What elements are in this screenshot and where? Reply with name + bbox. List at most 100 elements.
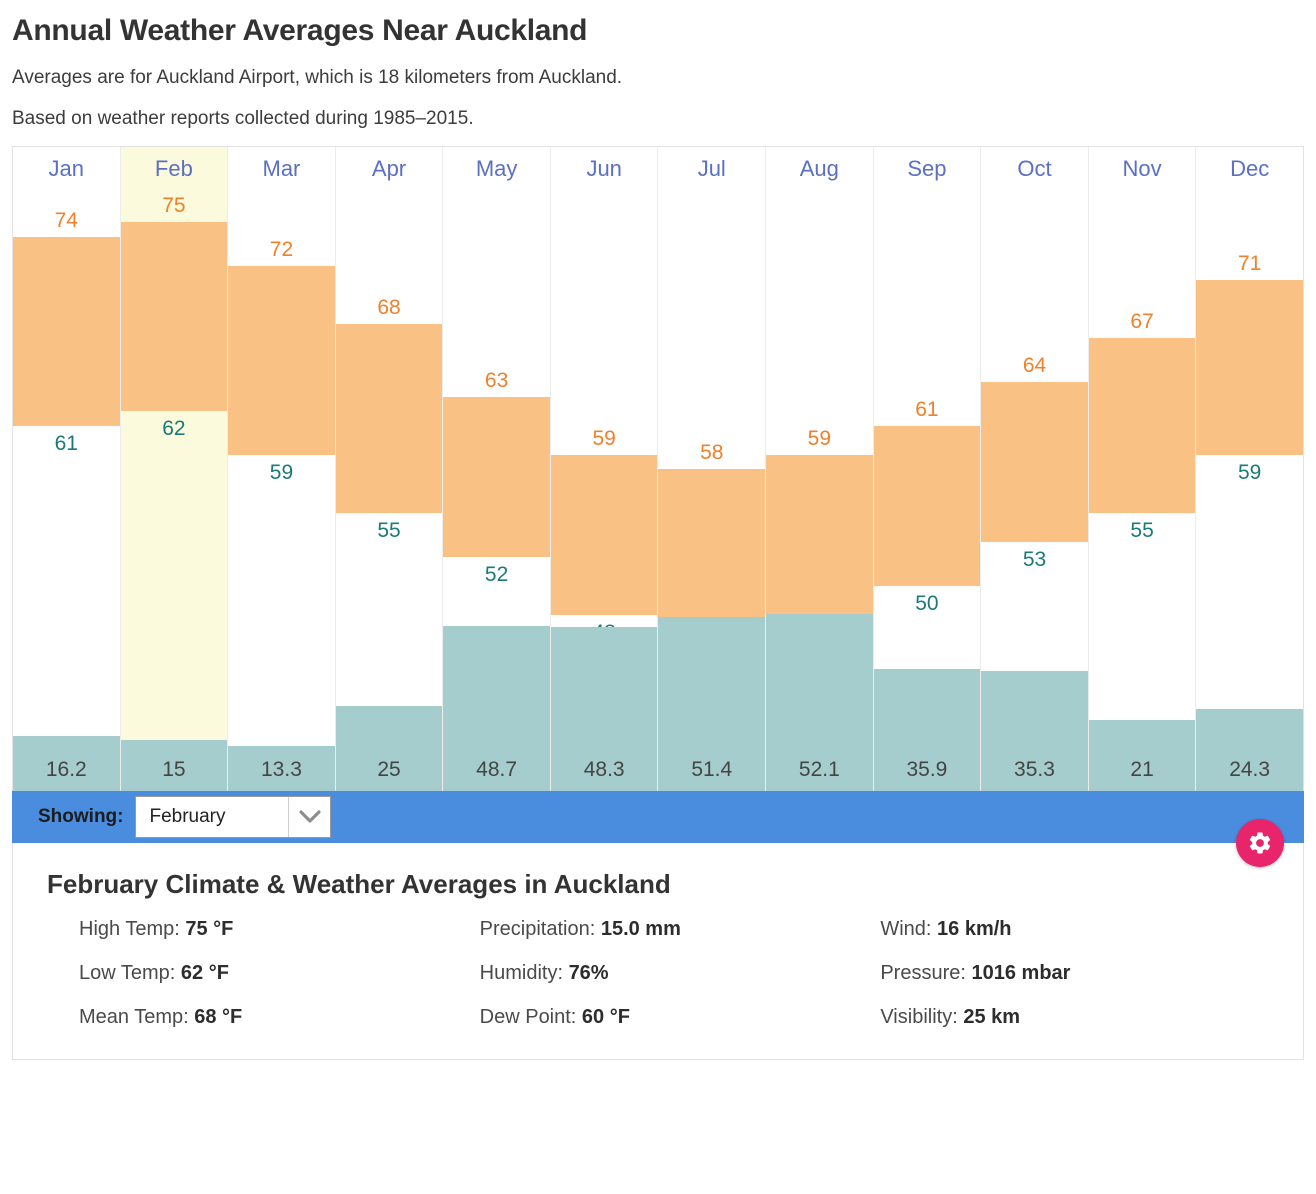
high-temp-value: 64	[1022, 354, 1047, 378]
showing-label: Showing:	[38, 806, 124, 827]
month-column-nov[interactable]: Nov 67 55 21	[1088, 147, 1197, 791]
month-column-sep[interactable]: Sep 61 50 35.9	[873, 147, 982, 791]
showing-bar: Showing: February	[12, 791, 1304, 867]
low-temp-value: 61	[54, 431, 78, 455]
low-temp-value: 55	[1130, 519, 1154, 542]
stat-value: 76%	[568, 962, 609, 984]
chevron-down-icon[interactable]	[288, 797, 330, 837]
month-column-dec[interactable]: Dec 71 59 24.3	[1196, 147, 1303, 791]
high-temp-value: 75	[162, 194, 186, 218]
precipitation-value: 21	[1130, 758, 1154, 781]
month-label: Aug	[799, 156, 839, 181]
temp-range-bar	[13, 236, 120, 426]
page-root: Annual Weather Averages Near Auckland Av…	[0, 14, 1316, 1060]
month-column-feb[interactable]: Feb 75 62 15	[120, 147, 229, 791]
month-column-mar[interactable]: Mar 72 59 13.3	[228, 147, 336, 791]
high-temp-value: 58	[700, 441, 724, 465]
low-temp-value: 59	[1237, 460, 1262, 484]
temp-range-bar	[335, 323, 443, 513]
month-label: Jan	[48, 156, 85, 181]
precipitation-value: 35.3	[1014, 758, 1055, 781]
high-temp-value: 67	[1130, 310, 1154, 334]
precipitation-value: 24.3	[1229, 758, 1271, 781]
temp-range-bar	[443, 396, 550, 557]
month-column-may[interactable]: May 63 52 48.7	[443, 147, 551, 791]
precipitation-value: 48.3	[583, 758, 625, 781]
stat-value: 1016 mbar	[971, 962, 1071, 984]
intro-line-airport: Averages are for Auckland Airport, which…	[12, 67, 623, 88]
high-temp-value: 59	[592, 426, 616, 450]
low-temp-value: 62	[162, 417, 186, 441]
stats-grid: High Temp: 75 °F Precipitation: 15.0 mm Wi…	[35, 918, 1281, 1029]
stat-label: Visibility:	[880, 1006, 964, 1028]
month-label: May	[475, 156, 518, 181]
month-label: Nov	[1122, 156, 1162, 181]
temp-range-bar	[228, 265, 335, 455]
stat-item: Mean Temp: 68 °F	[79, 1006, 480, 1029]
stat-item: Pressure: 1016 mbar	[880, 962, 1281, 985]
month-column-apr[interactable]: Apr 68 55 25	[335, 147, 444, 791]
month-label: Mar	[262, 156, 301, 181]
gear-icon[interactable]	[1236, 819, 1284, 867]
month-label: Dec	[1230, 156, 1270, 181]
precipitation-value: 15	[162, 758, 186, 781]
month-label: Oct	[1017, 156, 1052, 181]
month-column-jun[interactable]: Jun594848.3	[550, 147, 659, 791]
stat-label: Pressure:	[880, 962, 972, 984]
high-temp-value: 59	[807, 426, 832, 450]
stat-value: 15.0 mm	[600, 918, 681, 940]
stat-value: 75 °F	[185, 918, 234, 940]
precipitation-value: 51.4	[691, 758, 733, 781]
low-temp-value: 53	[1022, 548, 1047, 572]
month-column-aug[interactable]: Aug594752.1	[766, 147, 874, 791]
details-title: February Climate & Weather Averages in A…	[47, 869, 671, 899]
month-label: Sep	[907, 156, 947, 181]
stat-label: Low Temp:	[79, 962, 181, 984]
stat-item: Visibility: 25 km	[880, 1006, 1281, 1029]
stat-item: Dew Point: 60 °F	[480, 1006, 881, 1029]
low-temp-value: 50	[915, 591, 939, 615]
high-temp-value: 68	[377, 295, 401, 319]
stat-item: High Temp: 75 °F	[79, 918, 480, 941]
stat-item: Humidity: 76%	[480, 962, 881, 985]
month-label: Apr	[371, 156, 407, 181]
month-select-value: February	[149, 806, 226, 827]
temp-range-bar	[981, 382, 1088, 543]
low-temp-value: 59	[269, 460, 294, 484]
precipitation-value: 35.9	[906, 758, 948, 781]
month-select[interactable]: February	[135, 796, 332, 838]
month-label: Jun	[586, 156, 622, 181]
high-temp-value: 61	[915, 397, 939, 421]
temp-range-bar	[550, 454, 658, 615]
high-temp-value: 74	[54, 208, 78, 232]
stat-label: Precipitation:	[479, 918, 601, 940]
stat-item: Precipitation: 15.0 mm	[480, 918, 881, 941]
weather-chart: Jan 74 61 16.2 Feb 75 62 15 Mar 72 59 13.3 Apr 68 55 25…	[12, 146, 1304, 791]
precipitation-value: 48.7	[476, 758, 518, 781]
precipitation-value: 52.1	[798, 758, 840, 781]
stat-value: 62 °F	[180, 962, 229, 984]
low-temp-value: 55	[377, 519, 401, 542]
temp-range-bar	[120, 222, 228, 412]
high-temp-value: 72	[269, 237, 294, 261]
temp-range-bar	[1088, 338, 1196, 513]
temp-range-bar	[766, 454, 873, 630]
temp-range-bar	[1196, 280, 1303, 455]
month-label: Feb	[154, 156, 193, 181]
month-column-jan[interactable]: Jan 74 61 16.2	[13, 147, 121, 791]
precipitation-value: 16.2	[45, 758, 87, 781]
stat-item: Low Temp: 62 °F	[79, 962, 480, 985]
temp-range-bar	[873, 425, 981, 586]
stat-value: 16 km/h	[937, 918, 1012, 940]
details-panel: February Climate & Weather Averages in A…	[12, 843, 1304, 1060]
month-column-jul[interactable]: Jul584651.4	[658, 147, 767, 791]
month-column-oct[interactable]: Oct 64 53 35.3	[981, 147, 1089, 791]
high-temp-value: 63	[484, 368, 509, 392]
high-temp-value: 71	[1237, 252, 1262, 276]
stat-item: Wind: 16 km/h	[880, 918, 1281, 941]
low-temp-value: 52	[484, 562, 509, 586]
precipitation-value: 25	[377, 758, 401, 781]
month-label: Jul	[697, 156, 726, 181]
stat-label: Humidity:	[479, 962, 569, 984]
stat-value: 25 km	[963, 1006, 1021, 1028]
